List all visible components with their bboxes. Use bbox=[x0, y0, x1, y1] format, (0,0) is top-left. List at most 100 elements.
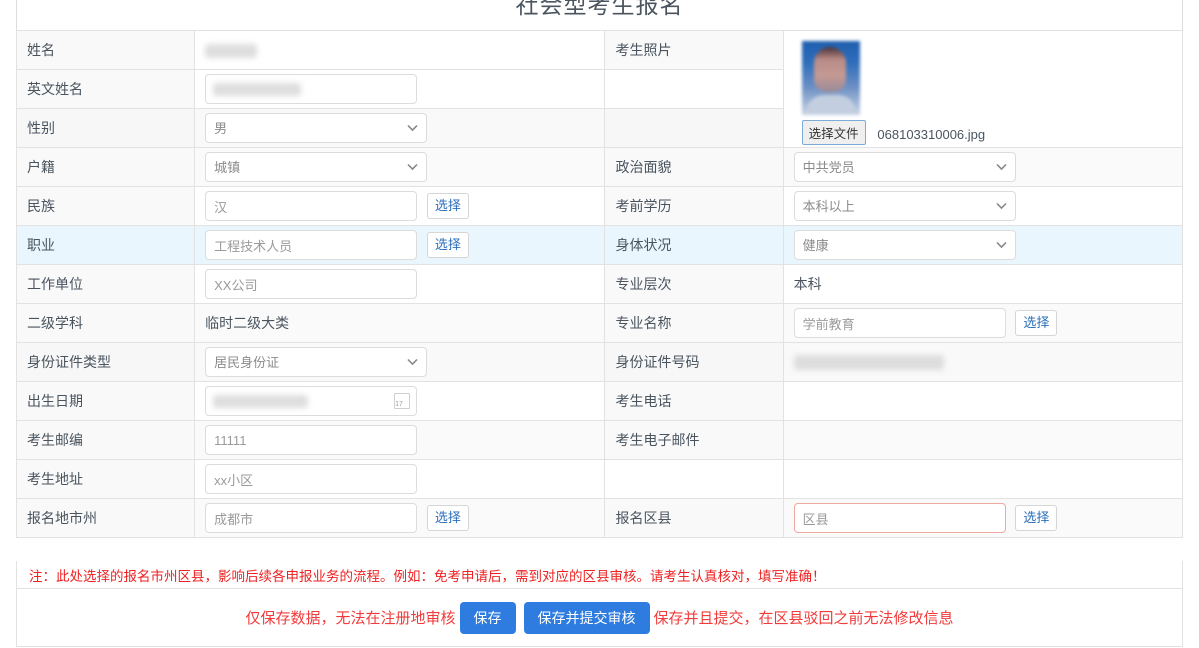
field-label-name: 姓名 bbox=[17, 31, 195, 70]
redacted-name bbox=[205, 44, 257, 58]
calendar-icon-body: 17 bbox=[395, 401, 403, 408]
field-value-health: 健康 bbox=[783, 226, 1182, 265]
field-value-ethnicity: 选择 bbox=[195, 187, 605, 226]
gender-select[interactable]: 男 bbox=[205, 113, 427, 143]
occupation-input[interactable] bbox=[205, 230, 417, 260]
field-value-english-name bbox=[195, 70, 605, 109]
field-label-ethnicity: 民族 bbox=[17, 187, 195, 226]
field-label-city: 报名地市州 bbox=[17, 499, 195, 538]
calendar-icon[interactable]: 17 bbox=[394, 393, 410, 409]
note-strip: 注：此处选择的报名市州区县，影响后续各申报业务的流程。例如：免考申请后，需到对应… bbox=[16, 561, 1183, 589]
choose-file-button[interactable]: 选择文件 bbox=[802, 120, 866, 145]
birthdate-input[interactable]: 17 bbox=[205, 386, 417, 416]
field-value-city: 选择 bbox=[195, 499, 605, 538]
field-label-household: 户籍 bbox=[17, 148, 195, 187]
field-label-photo: 考生照片 bbox=[605, 31, 783, 70]
major-name-pick-button[interactable]: 选择 bbox=[1015, 310, 1057, 336]
field-value-phone bbox=[783, 382, 1182, 421]
field-value-id-type: 居民身份证 bbox=[195, 343, 605, 382]
city-pick-button[interactable]: 选择 bbox=[427, 505, 469, 531]
district-input[interactable] bbox=[794, 503, 1006, 533]
field-value-postcode bbox=[195, 421, 605, 460]
empty-value-cell bbox=[783, 460, 1182, 499]
prior-education-select[interactable]: 本科以上 bbox=[794, 191, 1016, 221]
field-label-political: 政治面貌 bbox=[605, 148, 783, 187]
table-row: 民族 选择 考前学历 本科以上 bbox=[17, 187, 1183, 226]
photo-label-spacer-2 bbox=[605, 109, 783, 148]
page-title-band: 社会型考生报名 bbox=[16, 0, 1183, 30]
id-type-select[interactable]: 居民身份证 bbox=[205, 347, 427, 377]
field-label-occupation: 职业 bbox=[17, 226, 195, 265]
field-value-household: 城镇 bbox=[195, 148, 605, 187]
id-type-select-wrap: 居民身份证 bbox=[205, 347, 427, 377]
table-row: 身份证件类型 居民身份证 身份证件号码 bbox=[17, 343, 1183, 382]
field-value-employer bbox=[195, 265, 605, 304]
postcode-input[interactable] bbox=[205, 425, 417, 455]
photo-label-spacer bbox=[605, 70, 783, 109]
field-value-political: 中共党员 bbox=[783, 148, 1182, 187]
table-row: 户籍 城镇 政治面貌 中共党员 bbox=[17, 148, 1183, 187]
field-value-address bbox=[195, 460, 605, 499]
field-value-major-level: 本科 bbox=[783, 265, 1182, 304]
registration-note: 注：此处选择的报名市州区县，影响后续各申报业务的流程。例如：免考申请后，需到对应… bbox=[29, 565, 826, 585]
political-select-wrap: 中共党员 bbox=[794, 152, 1016, 182]
city-input[interactable] bbox=[205, 503, 417, 533]
registration-form-table: 姓名 考生照片 选择文件 068103310006.jpg bbox=[16, 30, 1183, 538]
field-value-id-number bbox=[783, 343, 1182, 382]
ethnicity-pick-button[interactable]: 选择 bbox=[427, 193, 469, 219]
candidate-photo bbox=[802, 41, 860, 115]
household-select-wrap: 城镇 bbox=[205, 152, 427, 182]
field-label-birthdate: 出生日期 bbox=[17, 382, 195, 421]
address-input[interactable] bbox=[205, 464, 417, 494]
political-status-select[interactable]: 中共党员 bbox=[794, 152, 1016, 182]
save-hint-right: 保存并且提交，在区县驳回之前无法修改信息 bbox=[654, 607, 954, 628]
health-status-select[interactable]: 健康 bbox=[794, 230, 1016, 260]
field-label-gender: 性别 bbox=[17, 109, 195, 148]
table-row: 职业 选择 身体状况 健康 bbox=[17, 226, 1183, 265]
occupation-pick-button[interactable]: 选择 bbox=[427, 232, 469, 258]
redacted-birthdate bbox=[213, 395, 308, 408]
field-value-district: 选择 bbox=[783, 499, 1182, 538]
major-name-input[interactable] bbox=[794, 308, 1006, 338]
empty-label-cell bbox=[605, 460, 783, 499]
field-label-english-name: 英文姓名 bbox=[17, 70, 195, 109]
save-and-submit-button[interactable]: 保存并提交审核 bbox=[524, 602, 650, 634]
redacted-english-name bbox=[213, 83, 301, 96]
field-label-address: 考生地址 bbox=[17, 460, 195, 499]
field-value-occupation: 选择 bbox=[195, 226, 605, 265]
table-row: 考生地址 bbox=[17, 460, 1183, 499]
field-label-email: 考生电子邮件 bbox=[605, 421, 783, 460]
table-row: 姓名 考生照片 选择文件 068103310006.jpg bbox=[17, 31, 1183, 70]
field-label-employer: 工作单位 bbox=[17, 265, 195, 304]
employer-input[interactable] bbox=[205, 269, 417, 299]
photo-shoulders bbox=[806, 95, 856, 115]
table-row: 报名地市州 选择 报名区县 选择 bbox=[17, 499, 1183, 538]
ethnicity-input[interactable] bbox=[205, 191, 417, 221]
field-label-district: 报名区县 bbox=[605, 499, 783, 538]
health-select-wrap: 健康 bbox=[794, 230, 1016, 260]
redacted-id-number bbox=[794, 355, 944, 370]
field-label-postcode: 考生邮编 bbox=[17, 421, 195, 460]
household-select[interactable]: 城镇 bbox=[205, 152, 427, 182]
uploaded-file-name: 068103310006.jpg bbox=[877, 127, 985, 142]
registration-page: 社会型考生报名 姓名 考生照片 选择文件 068103310006 bbox=[0, 0, 1199, 648]
photo-face bbox=[814, 47, 846, 92]
field-value-photo: 选择文件 068103310006.jpg bbox=[783, 31, 1182, 148]
form-body: 姓名 考生照片 选择文件 068103310006.jpg bbox=[17, 31, 1183, 538]
file-upload-row: 选择文件 068103310006.jpg bbox=[802, 120, 1172, 145]
save-button[interactable]: 保存 bbox=[460, 602, 516, 634]
prior-education-select-wrap: 本科以上 bbox=[794, 191, 1016, 221]
field-label-prior-education: 考前学历 bbox=[605, 187, 783, 226]
district-pick-button[interactable]: 选择 bbox=[1015, 505, 1057, 531]
gender-select-wrap: 男 bbox=[205, 113, 427, 143]
english-name-input[interactable] bbox=[205, 74, 417, 104]
major-level-text: 本科 bbox=[794, 276, 822, 292]
field-value-prior-education: 本科以上 bbox=[783, 187, 1182, 226]
page-title: 社会型考生报名 bbox=[17, 0, 1182, 20]
table-row: 出生日期 17 考生电话 bbox=[17, 382, 1183, 421]
field-label-subdiscipline: 二级学科 bbox=[17, 304, 195, 343]
field-value-gender: 男 bbox=[195, 109, 605, 148]
field-label-major-name: 专业名称 bbox=[605, 304, 783, 343]
table-row: 工作单位 专业层次 本科 bbox=[17, 265, 1183, 304]
field-value-email bbox=[783, 421, 1182, 460]
